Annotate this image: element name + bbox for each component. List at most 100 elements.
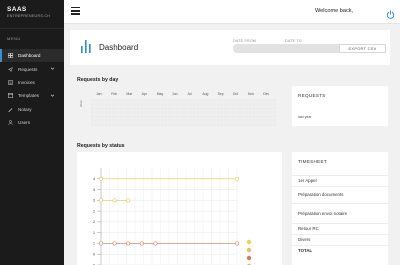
hamburger-menu-icon[interactable] <box>71 7 80 15</box>
calendar-day-cell[interactable] <box>199 99 203 103</box>
calendar-day-cell[interactable] <box>269 115 273 119</box>
calendar-day-cell[interactable] <box>273 99 276 103</box>
sidebar-item-dashboard[interactable]: Dashboard <box>0 49 64 63</box>
calendar-day-cell[interactable] <box>241 103 245 107</box>
calendar-day-cell[interactable] <box>241 123 245 127</box>
calendar-day-cell[interactable] <box>238 119 241 123</box>
calendar-day-cell[interactable] <box>262 111 266 115</box>
calendar-day-cell[interactable] <box>213 107 217 111</box>
calendar-day-cell[interactable] <box>224 103 227 107</box>
calendar-day-cell[interactable] <box>245 99 248 103</box>
calendar-day-cell[interactable] <box>154 103 157 107</box>
calendar-day-cell[interactable] <box>192 123 196 127</box>
data-point[interactable] <box>153 241 158 246</box>
calendar-day-cell[interactable] <box>227 111 231 115</box>
calendar-day-cell[interactable] <box>115 99 119 103</box>
calendar-day-cell[interactable] <box>203 123 206 127</box>
calendar-day-cell[interactable] <box>136 115 140 119</box>
calendar-day-cell[interactable] <box>262 99 266 103</box>
data-point[interactable] <box>98 176 103 181</box>
calendar-day-cell[interactable] <box>178 103 182 107</box>
calendar-day-cell[interactable] <box>94 111 98 115</box>
calendar-day-cell[interactable] <box>231 115 234 119</box>
calendar-day-cell[interactable] <box>213 99 217 103</box>
calendar-day-cell[interactable] <box>119 99 122 103</box>
calendar-day-cell[interactable] <box>266 111 269 115</box>
calendar-day-cell[interactable] <box>157 111 161 115</box>
calendar-day-cell[interactable] <box>112 99 115 103</box>
calendar-day-cell[interactable] <box>269 119 273 123</box>
calendar-day-cell[interactable] <box>98 99 101 103</box>
calendar-day-cell[interactable] <box>129 111 133 115</box>
calendar-day-cell[interactable] <box>126 111 129 115</box>
calendar-day-cell[interactable] <box>206 111 210 115</box>
calendar-day-cell[interactable] <box>255 99 259 103</box>
calendar-day-cell[interactable] <box>136 107 140 111</box>
calendar-day-cell[interactable] <box>105 103 108 107</box>
calendar-day-cell[interactable] <box>269 99 273 103</box>
calendar-day-cell[interactable] <box>122 103 126 107</box>
calendar-day-cell[interactable] <box>189 111 192 115</box>
calendar-day-cell[interactable] <box>101 115 105 119</box>
data-point[interactable] <box>98 241 103 246</box>
calendar-day-cell[interactable] <box>147 123 150 127</box>
calendar-day-cell[interactable] <box>206 119 210 123</box>
calendar-day-cell[interactable] <box>269 111 273 115</box>
calendar-day-cell[interactable] <box>192 119 196 123</box>
calendar-day-cell[interactable] <box>112 107 115 111</box>
calendar-day-cell[interactable] <box>91 111 94 115</box>
calendar-day-cell[interactable] <box>175 123 178 127</box>
calendar-day-cell[interactable] <box>196 99 199 103</box>
calendar-day-cell[interactable] <box>133 119 136 123</box>
calendar-day-cell[interactable] <box>189 103 192 107</box>
calendar-day-cell[interactable] <box>140 119 143 123</box>
calendar-day-cell[interactable] <box>129 99 133 103</box>
calendar-day-cell[interactable] <box>175 119 178 123</box>
calendar-day-cell[interactable] <box>164 111 168 115</box>
calendar-day-cell[interactable] <box>157 103 161 107</box>
calendar-day-cell[interactable] <box>164 107 168 111</box>
calendar-day-cell[interactable] <box>133 107 136 111</box>
calendar-day-cell[interactable] <box>206 123 210 127</box>
calendar-day-cell[interactable] <box>140 103 143 107</box>
calendar-day-cell[interactable] <box>140 107 143 111</box>
calendar-day-cell[interactable] <box>119 107 122 111</box>
calendar-day-cell[interactable] <box>91 99 94 103</box>
calendar-day-cell[interactable] <box>91 115 94 119</box>
calendar-day-cell[interactable] <box>108 107 112 111</box>
calendar-day-cell[interactable] <box>252 115 255 119</box>
calendar-day-cell[interactable] <box>238 99 241 103</box>
calendar-day-cell[interactable] <box>234 119 238 123</box>
calendar-day-cell[interactable] <box>273 123 276 127</box>
calendar-day-cell[interactable] <box>171 99 175 103</box>
calendar-day-cell[interactable] <box>108 119 112 123</box>
calendar-day-cell[interactable] <box>91 107 94 111</box>
calendar-day-cell[interactable] <box>189 119 192 123</box>
calendar-day-cell[interactable] <box>231 99 234 103</box>
calendar-day-cell[interactable] <box>94 103 98 107</box>
calendar-day-cell[interactable] <box>196 107 199 111</box>
data-point[interactable] <box>126 198 131 203</box>
calendar-day-cell[interactable] <box>91 119 94 123</box>
calendar-day-cell[interactable] <box>241 111 245 115</box>
calendar-day-cell[interactable] <box>224 119 227 123</box>
calendar-day-cell[interactable] <box>199 107 203 111</box>
data-point[interactable] <box>235 241 240 246</box>
calendar-day-cell[interactable] <box>199 115 203 119</box>
calendar-day-cell[interactable] <box>147 119 150 123</box>
calendar-day-cell[interactable] <box>227 123 231 127</box>
calendar-day-cell[interactable] <box>136 119 140 123</box>
calendar-day-cell[interactable] <box>238 107 241 111</box>
calendar-day-cell[interactable] <box>115 119 119 123</box>
calendar-day-cell[interactable] <box>189 107 192 111</box>
calendar-day-cell[interactable] <box>224 123 227 127</box>
brand-logo[interactable]: SAAS ENTREPRENEURS.CH <box>7 6 63 18</box>
calendar-day-cell[interactable] <box>185 123 189 127</box>
calendar-day-cell[interactable] <box>252 99 255 103</box>
calendar-day-cell[interactable] <box>185 99 189 103</box>
calendar-day-cell[interactable] <box>227 115 231 119</box>
calendar-day-cell[interactable] <box>171 111 175 115</box>
calendar-day-cell[interactable] <box>259 99 262 103</box>
calendar-day-cell[interactable] <box>255 123 259 127</box>
calendar-day-cell[interactable] <box>206 103 210 107</box>
